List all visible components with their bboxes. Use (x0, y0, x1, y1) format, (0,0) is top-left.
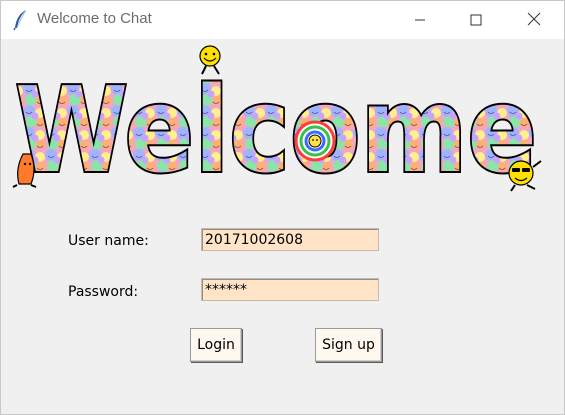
close-icon (527, 11, 541, 30)
welcome-banner: Welcome (1, 39, 564, 201)
close-button[interactable] (506, 1, 562, 39)
password-label: Password: (68, 284, 139, 300)
login-button[interactable]: Login (190, 328, 242, 362)
login-window: Welcome to Chat Welcome User name: 20171… (0, 0, 565, 415)
target-smiley (294, 120, 336, 162)
maximize-icon (470, 11, 482, 30)
password-field[interactable] (201, 278, 379, 301)
minimize-button[interactable] (392, 1, 448, 39)
maximize-button[interactable] (448, 1, 504, 39)
signup-button[interactable]: Sign up (315, 328, 382, 362)
username-label: User name: (68, 233, 149, 249)
window-title: Welcome to Chat (37, 10, 152, 27)
welcome-banner-text: Welcome (15, 61, 537, 199)
title-bar: Welcome to Chat (1, 1, 564, 39)
minimize-icon (414, 11, 426, 30)
username-field[interactable] (201, 228, 379, 251)
feather-icon (11, 9, 31, 31)
